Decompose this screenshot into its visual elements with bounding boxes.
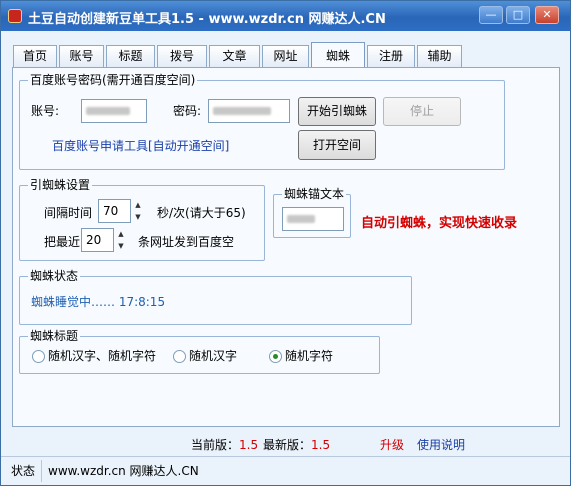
window-title: 土豆自动创建新豆单工具1.5 - www.wzdr.cn 网赚达人.CN	[28, 12, 386, 27]
interval-unit-label: 秒/次(请大于65)	[157, 206, 246, 220]
spin-down-icon[interactable]: ▼	[132, 211, 144, 223]
recent-unit-label: 条网址发到百度空	[138, 235, 235, 249]
masked-account-value	[86, 107, 130, 115]
spider-settings-group: 引蜘蛛设置 间隔时间 70 ▲ ▼ 秒/次(请大于65) 把最近 20 ▲ ▼ 条网…	[19, 178, 265, 261]
spider-panel: 百度账号密码(需开通百度空间) 账号: 密码: 开始引蜘蛛 停止 百度账号申请工…	[12, 67, 560, 427]
start-spider-button[interactable]: 开始引蜘蛛	[298, 97, 376, 126]
spin-down-icon[interactable]: ▼	[115, 240, 127, 252]
baidu-account-legend: 百度账号密码(需开通百度空间)	[28, 73, 198, 88]
tab-account[interactable]: 账号	[59, 45, 104, 67]
account-input[interactable]	[81, 99, 147, 123]
status-divider	[41, 460, 42, 482]
anchor-text-group: 蜘蛛锚文本	[273, 187, 351, 238]
app-icon	[8, 9, 22, 23]
stop-button[interactable]: 停止	[383, 97, 461, 126]
spider-status-text: 蜘蛛睡觉中…… 17:8:15	[31, 295, 166, 309]
tab-register[interactable]: 注册	[367, 45, 415, 67]
baidu-account-group: 百度账号密码(需开通百度空间) 账号: 密码: 开始引蜘蛛 停止 百度账号申请工…	[19, 73, 505, 170]
close-button[interactable]: ✕	[535, 6, 559, 24]
app-window: 土豆自动创建新豆单工具1.5 - www.wzdr.cn 网赚达人.CN — □…	[0, 0, 571, 486]
tab-dial[interactable]: 拨号	[157, 45, 207, 67]
option-random-chars-label[interactable]: 随机字符	[285, 348, 333, 364]
recent-label: 把最近	[44, 235, 81, 249]
masked-anchor-value	[287, 215, 315, 223]
tab-title[interactable]: 标题	[106, 45, 155, 67]
maximize-button[interactable]: □	[506, 6, 530, 24]
option-random-hanzi-radio[interactable]	[173, 350, 186, 363]
option-random-hanzi-label[interactable]: 随机汉字	[189, 348, 237, 364]
promo-text: 自动引蜘蛛，实现快速收录	[361, 216, 518, 231]
masked-password-value	[213, 107, 271, 115]
spider-title-group: 蜘蛛标题 随机汉字、随机字符 随机汉字 随机字符	[19, 329, 380, 374]
title-bar: 土豆自动创建新豆单工具1.5 - www.wzdr.cn 网赚达人.CN — □…	[1, 1, 570, 31]
help-link[interactable]: 使用说明	[417, 437, 465, 453]
current-version-value: 1.5	[239, 438, 259, 452]
password-input[interactable]	[208, 99, 290, 123]
tab-helper[interactable]: 辅助	[417, 45, 462, 67]
spider-status-legend: 蜘蛛状态	[28, 269, 81, 284]
interval-label: 间隔时间	[44, 206, 93, 220]
status-label: 状态	[11, 464, 36, 478]
spin-up-icon[interactable]: ▲	[115, 228, 127, 240]
anchor-text-legend: 蜘蛛锚文本	[282, 187, 347, 202]
account-label: 账号:	[31, 104, 60, 118]
interval-stepper[interactable]: ▲ ▼	[132, 199, 144, 223]
tab-url[interactable]: 网址	[262, 45, 309, 67]
spin-up-icon[interactable]: ▲	[132, 199, 144, 211]
tab-spider[interactable]: 蜘蛛	[311, 42, 365, 69]
interval-input[interactable]: 70	[98, 199, 131, 223]
open-space-button[interactable]: 打开空间	[298, 130, 376, 160]
status-bar: 状态 www.wzdr.cn 网赚达人.CN	[1, 456, 570, 485]
tab-home[interactable]: 首页	[13, 45, 57, 67]
option-random-both-radio[interactable]	[32, 350, 45, 363]
password-label: 密码:	[173, 104, 202, 118]
latest-version-label: 最新版：	[263, 438, 312, 452]
recent-count-stepper[interactable]: ▲ ▼	[115, 228, 127, 252]
tab-bar: 首页 账号 标题 拨号 文章 网址 蜘蛛 注册 辅助	[1, 31, 570, 71]
spider-status-group: 蜘蛛状态 蜘蛛睡觉中…… 17:8:15	[19, 269, 412, 325]
option-random-chars-radio[interactable]	[269, 350, 282, 363]
anchor-text-input[interactable]	[282, 207, 344, 231]
current-version-label: 当前版：	[191, 438, 240, 452]
baidu-apply-link[interactable]: 百度账号申请工具[自动开通空间]	[52, 138, 229, 154]
minimize-button[interactable]: —	[479, 6, 503, 24]
status-text: www.wzdr.cn 网赚达人.CN	[48, 464, 199, 478]
latest-version-value: 1.5	[311, 438, 331, 452]
tab-article[interactable]: 文章	[209, 45, 260, 67]
spider-title-legend: 蜘蛛标题	[28, 329, 81, 344]
recent-count-input[interactable]: 20	[81, 228, 114, 252]
spider-settings-legend: 引蜘蛛设置	[28, 178, 93, 193]
upgrade-link[interactable]: 升级	[380, 437, 404, 453]
option-random-both-label[interactable]: 随机汉字、随机字符	[48, 348, 156, 364]
